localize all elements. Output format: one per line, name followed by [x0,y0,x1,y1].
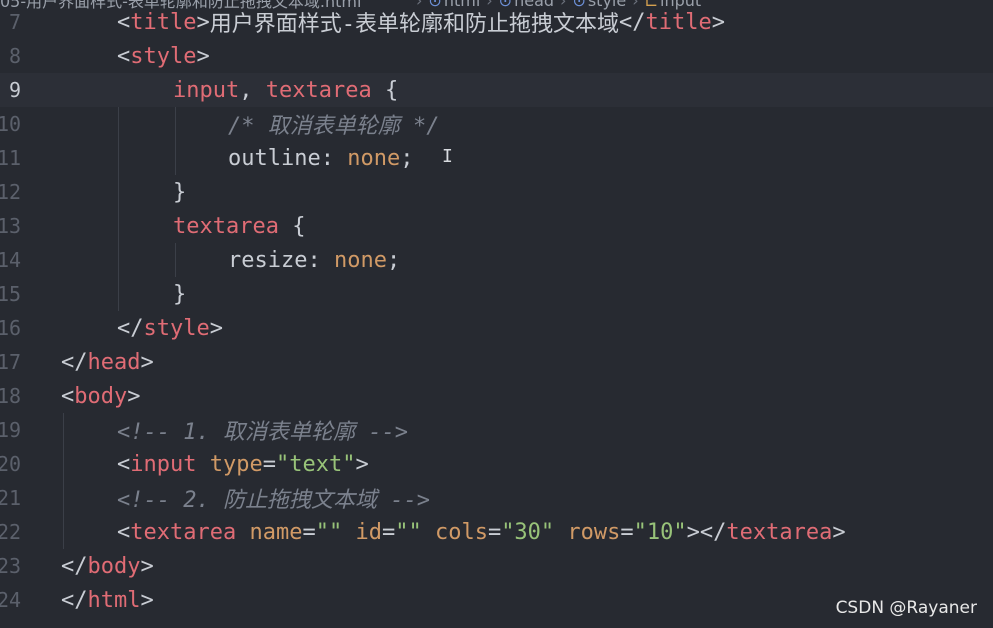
code-line[interactable]: 7 < title > 用户界面样式-表单轮廓和防止拖拽文本域 </title > [0,5,993,39]
code-line[interactable]: 12 } [0,175,993,209]
code-line[interactable]: 15 } [0,277,993,311]
line-number: 24 [0,588,22,612]
code-editor[interactable]: 05-用户界面样式-表单轮廓和防止拖拽文本域.html › ⊙ html › ⊙… [0,0,993,628]
line-number: 18 [0,384,22,408]
code-text: } [173,281,187,307]
line-number: 15 [0,282,22,306]
line-number: 23 [0,554,22,578]
code-text: outline: none; [228,145,414,171]
code-comment: <!-- 2. 防止拖拽文本域 --> [117,488,430,513]
code-line[interactable]: 13 textarea { [0,209,993,243]
line-number: 10 [0,112,22,136]
line-number: 21 [0,486,22,510]
code-line-current[interactable]: 9 input, textarea { [0,73,993,107]
code-text: textarea { [173,213,306,239]
code-line[interactable]: 21 <!-- 2. 防止拖拽文本域 --> [0,481,993,515]
line-number: 12 [0,180,22,204]
line-number: 11 [0,146,22,170]
code-line[interactable]: 23 </body > [0,549,993,583]
code-text: < textarea name = "" id = "" cols = "30" rows = "… [117,519,846,545]
code-line[interactable]: 18 < body > [0,379,993,413]
code-line[interactable]: 19 <!-- 1. 取消表单轮廓 --> [0,413,993,447]
code-text: resize: none; [228,247,401,273]
line-number: 8 [8,44,21,68]
code-comment: /* 取消表单轮廓 */ [228,114,440,139]
line-number: 9 [8,78,21,102]
line-number: 7 [8,10,21,34]
line-number: 22 [0,520,22,544]
code-line[interactable]: 22 < textarea name = "" id = "" cols = "30" row… [0,515,993,549]
line-number: 14 [0,248,22,272]
line-number: 16 [0,316,22,340]
line-number: 17 [0,350,22,374]
watermark: CSDN @Rayaner [835,598,977,618]
code-line[interactable]: 20 < input type = "text" > [0,447,993,481]
code-text: < style > [117,43,210,69]
line-number: 13 [0,214,22,238]
code-text: } [173,179,187,205]
code-line[interactable]: 17 </head > [0,345,993,379]
code-text: < body > [61,383,141,409]
code-comment: <!-- 1. 取消表单轮廓 --> [117,420,408,445]
code-line[interactable]: 10 /* 取消表单轮廓 */ [0,107,993,141]
code-text: </body > [61,553,154,579]
code-text: </head > [61,349,154,375]
code-text: input, textarea { [173,77,399,103]
line-number: 19 [0,418,22,442]
code-line[interactable]: 16 </style > [0,311,993,345]
code-line[interactable]: 11 outline: none; [0,141,993,175]
code-line[interactable]: 14 resize: none; [0,243,993,277]
code-text: < input type = "text" > [117,451,369,477]
code-line[interactable]: 8 < style > [0,39,993,73]
code-text: </style > [117,315,223,341]
text-cursor-icon: I [442,146,453,167]
code-text: </html > [61,587,154,613]
line-number: 20 [0,452,22,476]
code-text: < title > 用户界面样式-表单轮廓和防止拖拽文本域 </title > [117,9,725,38]
